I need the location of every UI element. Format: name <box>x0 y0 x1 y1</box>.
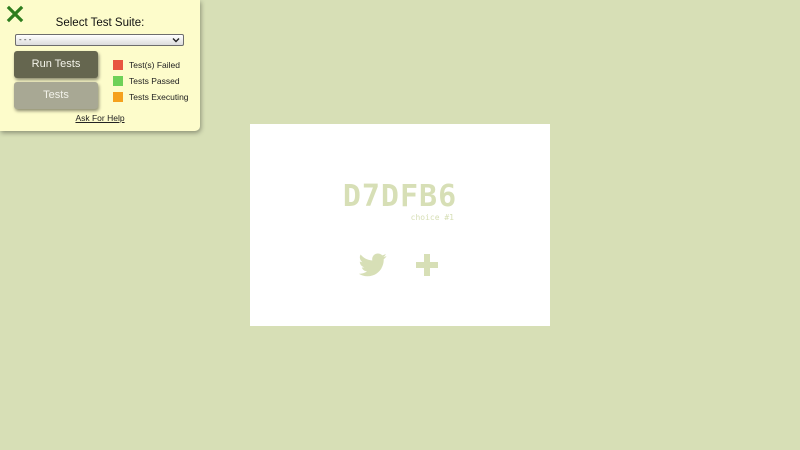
legend-item-passed: Tests Passed <box>113 73 189 89</box>
legend-label: Test(s) Failed <box>129 60 181 70</box>
suite-select-value: - - - <box>19 35 32 44</box>
plus-icon[interactable] <box>416 254 438 276</box>
legend-label: Tests Executing <box>129 92 189 102</box>
run-tests-button[interactable]: Run Tests <box>14 51 98 78</box>
legend-label: Tests Passed <box>129 76 180 86</box>
passed-swatch <box>113 76 123 86</box>
failed-swatch <box>113 60 123 70</box>
hex-color-code: D7DFB6 <box>342 179 458 214</box>
test-suite-panel: Select Test Suite: - - - Run Tests Tests… <box>0 0 200 131</box>
chevron-down-icon <box>172 38 180 43</box>
legend-item-executing: Tests Executing <box>113 89 189 105</box>
suite-select[interactable]: - - - <box>15 34 184 46</box>
ask-for-help-link[interactable]: Ask For Help <box>0 113 200 123</box>
tests-button[interactable]: Tests <box>14 82 98 109</box>
status-legend: Test(s) Failed Tests Passed Tests Execut… <box>113 57 189 105</box>
choice-label: choice #1 <box>410 213 454 222</box>
suite-title: Select Test Suite: <box>55 17 145 29</box>
color-card: D7DFB6 choice #1 <box>250 124 550 326</box>
executing-swatch <box>113 92 123 102</box>
twitter-icon[interactable] <box>358 253 387 277</box>
legend-item-failed: Test(s) Failed <box>113 57 189 73</box>
